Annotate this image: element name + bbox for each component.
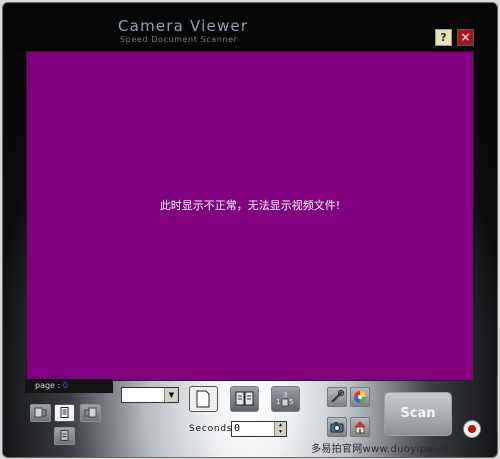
sequence-numbering-button[interactable]: 135 bbox=[271, 386, 300, 412]
title-bar: Camera Viewer Speed Document Scanner ? × bbox=[3, 3, 497, 51]
spin-up-icon[interactable]: ▲ bbox=[274, 422, 286, 429]
scan-button[interactable]: Scan bbox=[384, 392, 452, 436]
close-button[interactable]: × bbox=[457, 29, 474, 46]
settings-tool-button[interactable] bbox=[327, 387, 347, 407]
spin-down-icon[interactable]: ▼ bbox=[274, 429, 286, 436]
blank-page-icon bbox=[196, 390, 210, 408]
seconds-label: Seconds bbox=[189, 424, 233, 434]
document-icon bbox=[60, 407, 69, 418]
svg-text:3: 3 bbox=[283, 391, 287, 399]
camera-preview-area: 此时显示不正常，无法显示视频文件! bbox=[26, 51, 474, 381]
help-button[interactable]: ? bbox=[435, 29, 452, 46]
color-adjust-button[interactable] bbox=[350, 387, 370, 407]
svg-text:1: 1 bbox=[276, 398, 280, 406]
left-page-icon bbox=[34, 407, 47, 418]
capture-photo-button[interactable] bbox=[327, 417, 347, 437]
right-page-icon bbox=[84, 407, 97, 418]
home-icon bbox=[354, 421, 366, 434]
svg-text:5: 5 bbox=[289, 398, 293, 406]
dropdown-arrow-icon[interactable]: ▼ bbox=[164, 388, 178, 402]
single-page-button[interactable] bbox=[189, 386, 218, 412]
mode-left-button[interactable] bbox=[30, 404, 51, 422]
page-label: page : bbox=[35, 381, 63, 390]
page-number: 0 bbox=[62, 381, 68, 390]
mode-single-button[interactable] bbox=[54, 404, 75, 422]
page-indicator: page : 0 bbox=[25, 379, 113, 393]
camera-icon bbox=[330, 422, 344, 433]
numbered-sequence-icon: 135 bbox=[276, 391, 293, 407]
app-subtitle: Speed Document Scanner bbox=[120, 35, 238, 44]
bottom-page-icon bbox=[60, 430, 69, 441]
tools-icon bbox=[331, 389, 345, 403]
mode-bottom-button[interactable] bbox=[54, 427, 75, 445]
camera-viewer-window: Camera Viewer Speed Document Scanner ? ×… bbox=[2, 2, 498, 458]
open-book-icon bbox=[235, 391, 254, 406]
mode-right-button[interactable] bbox=[80, 404, 101, 422]
resolution-select[interactable]: ▼ bbox=[121, 387, 179, 403]
seconds-input[interactable]: 0 ▲ ▼ bbox=[231, 421, 287, 437]
seconds-value: 0 bbox=[234, 423, 241, 434]
watermark-text: 多易拍官网www.duoyipai.com bbox=[311, 444, 462, 455]
home-folder-button[interactable] bbox=[350, 417, 370, 437]
color-wheel-icon bbox=[354, 391, 366, 403]
app-title: Camera Viewer bbox=[118, 17, 249, 35]
record-button[interactable] bbox=[463, 420, 481, 438]
book-mode-button[interactable] bbox=[230, 386, 259, 412]
preview-error-message: 此时显示不正常，无法显示视频文件! bbox=[159, 199, 341, 212]
record-icon bbox=[468, 425, 476, 433]
